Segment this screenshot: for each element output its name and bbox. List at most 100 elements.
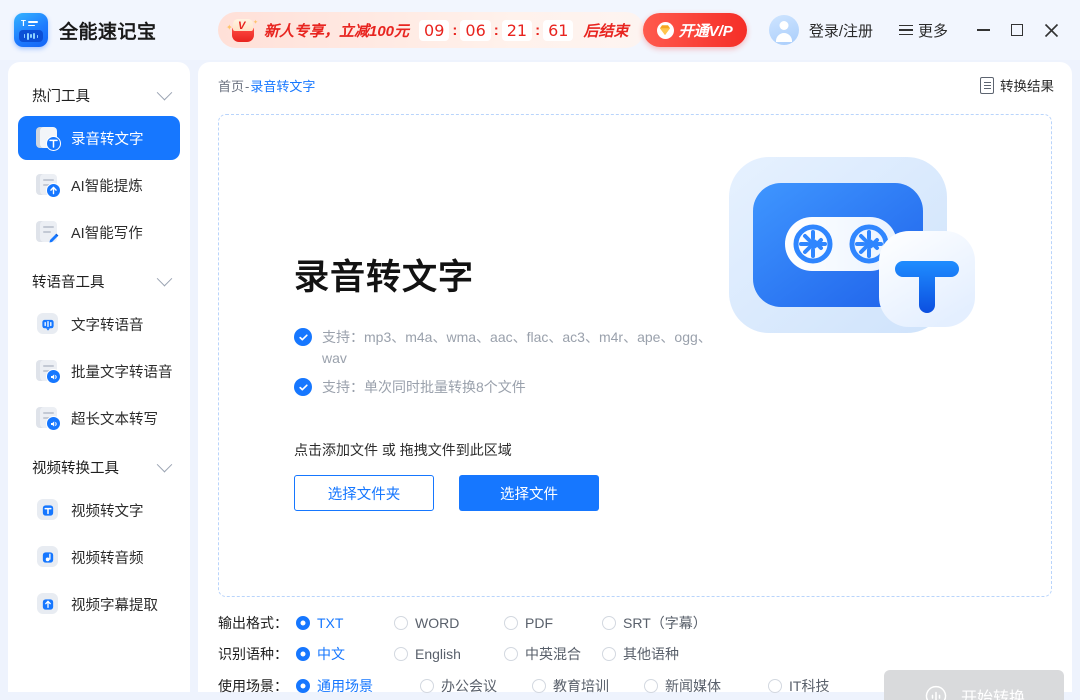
radio-label: English bbox=[415, 645, 461, 662]
audio-to-text-icon bbox=[35, 125, 61, 151]
hamburger-icon bbox=[898, 24, 913, 36]
document-icon bbox=[980, 76, 994, 94]
output-format-option-srt[interactable]: SRT（字幕） bbox=[602, 613, 707, 633]
sidebar-group-hot-tools[interactable]: 热门工具 bbox=[8, 78, 190, 112]
radio-icon bbox=[394, 615, 408, 630]
language-option-english[interactable]: English bbox=[394, 646, 498, 662]
breadcrumb: 首页-录音转文字 bbox=[218, 76, 315, 95]
scene-label: 使用场景： bbox=[218, 678, 288, 694]
conversion-result-label: 转换结果 bbox=[1000, 79, 1054, 94]
ai-extract-icon bbox=[35, 172, 61, 198]
radio-label: 其他语种 bbox=[623, 645, 679, 662]
file-action-buttons: 选择文件夹 选择文件 bbox=[294, 475, 599, 511]
radio-label: WORD bbox=[415, 614, 460, 631]
chevron-down-icon bbox=[156, 456, 173, 472]
select-file-button[interactable]: 选择文件 bbox=[459, 475, 599, 511]
sidebar-group-video-tools[interactable]: 视频转换工具 bbox=[8, 450, 190, 484]
maximize-icon[interactable] bbox=[1000, 13, 1034, 47]
login-register-link[interactable]: 登录/注册 bbox=[809, 20, 873, 41]
radio-icon bbox=[420, 679, 434, 693]
sidebar-item-long-text-transcribe[interactable]: 超长文本转写 bbox=[18, 396, 180, 440]
promo-banner[interactable]: ✦ ✦ V 新人专享，立减100元 09 : 06 : 21 : 61 后结束 bbox=[218, 12, 645, 48]
start-conversion-label: 开始转换 bbox=[960, 690, 1025, 700]
radio-icon bbox=[644, 679, 658, 693]
radio-label: IT科技 bbox=[789, 678, 830, 694]
scene-option-news[interactable]: 新闻媒体 bbox=[644, 676, 762, 696]
output-format-label: 输出格式： bbox=[218, 614, 288, 631]
scene-option-general[interactable]: 通用场景 bbox=[296, 676, 414, 696]
feature-row: 支持：单次同时批量转换8个文件 bbox=[294, 377, 714, 398]
cassette-tape-text-illustration bbox=[711, 145, 1011, 385]
chevron-down-icon bbox=[156, 84, 173, 100]
radio-label: TXT bbox=[317, 614, 344, 631]
countdown-sep-2: : bbox=[493, 21, 499, 39]
sidebar-item-label: 视频字幕提取 bbox=[71, 597, 158, 614]
sidebar-item-video-to-audio[interactable]: 视频转音频 bbox=[18, 535, 180, 579]
page-title: 录音转文字 bbox=[294, 258, 475, 297]
sidebar-item-audio-to-text[interactable]: 录音转文字 bbox=[18, 116, 180, 160]
breadcrumb-separator: - bbox=[245, 78, 250, 94]
radio-label: 中英混合 bbox=[525, 645, 581, 662]
language-option-chinese[interactable]: 中文 bbox=[296, 644, 388, 664]
sidebar: 热门工具 录音转文字 AI智能提炼 AI智能写作 转语音工具 文字转语音 批量文… bbox=[8, 62, 190, 692]
feature-row: 支持：mp3、m4a、wma、aac、flac、ac3、m4r、ape、ogg、… bbox=[294, 327, 714, 369]
more-menu-button[interactable]: 更多 bbox=[898, 20, 948, 41]
sidebar-group-label: 热门工具 bbox=[32, 88, 90, 105]
scene-option-meeting[interactable]: 办公会议 bbox=[420, 676, 526, 696]
countdown-hours: 06 bbox=[460, 19, 491, 41]
language-row: 识别语种： 中文 English 中英混合 其他语种 bbox=[198, 638, 1072, 669]
sidebar-item-label: 批量文字转语音 bbox=[71, 364, 173, 381]
app-logo-icon: T bbox=[14, 13, 48, 47]
countdown-sep-1: : bbox=[452, 21, 458, 39]
close-icon[interactable] bbox=[1034, 13, 1068, 47]
output-format-option-txt[interactable]: TXT bbox=[296, 615, 388, 631]
radio-label: 新闻媒体 bbox=[665, 678, 721, 694]
radio-icon bbox=[296, 646, 310, 661]
breadcrumb-home[interactable]: 首页 bbox=[218, 79, 244, 94]
sidebar-item-ai-extract[interactable]: AI智能提炼 bbox=[18, 163, 180, 207]
radio-icon bbox=[768, 679, 782, 693]
conversion-result-link[interactable]: 转换结果 bbox=[980, 75, 1054, 95]
radio-icon bbox=[602, 646, 616, 661]
video-to-text-icon bbox=[35, 497, 61, 523]
output-format-option-word[interactable]: WORD bbox=[394, 615, 498, 631]
promo-badge-letter: V bbox=[238, 20, 246, 32]
file-drop-zone[interactable]: 录音转文字 支持：mp3、m4a、wma、aac、flac、ac3、m4r、ap… bbox=[218, 114, 1052, 597]
app-title: 全能速记宝 bbox=[59, 21, 157, 43]
open-vip-label: 开通V/P bbox=[678, 22, 733, 40]
sidebar-item-video-to-text[interactable]: 视频转文字 bbox=[18, 488, 180, 532]
start-conversion-button[interactable]: 开始转换 bbox=[884, 670, 1064, 700]
promo-countdown: 09 : 06 : 21 : 61 bbox=[419, 19, 574, 41]
sidebar-item-label: 视频转文字 bbox=[71, 503, 144, 520]
sidebar-item-batch-text-to-speech[interactable]: 批量文字转语音 bbox=[18, 349, 180, 393]
radio-icon bbox=[504, 646, 518, 661]
output-format-row: 输出格式： TXT WORD PDF SRT（字幕） bbox=[198, 607, 1072, 638]
radio-label: PDF bbox=[525, 614, 553, 631]
sidebar-item-label: AI智能提炼 bbox=[71, 178, 143, 195]
language-option-other[interactable]: 其他语种 bbox=[602, 644, 679, 664]
radio-icon bbox=[296, 615, 310, 630]
sidebar-item-video-subtitle-extract[interactable]: 视频字幕提取 bbox=[18, 582, 180, 626]
video-to-audio-icon bbox=[35, 544, 61, 570]
output-format-option-pdf[interactable]: PDF bbox=[504, 615, 596, 631]
countdown-days: 09 bbox=[419, 19, 450, 41]
user-avatar-icon[interactable] bbox=[768, 15, 799, 45]
open-vip-button[interactable]: 开通V/P bbox=[642, 13, 747, 47]
language-option-mixed[interactable]: 中英混合 bbox=[504, 644, 596, 664]
radio-icon bbox=[394, 646, 408, 661]
scene-option-it[interactable]: IT科技 bbox=[768, 676, 829, 696]
long-text-transcribe-icon bbox=[35, 405, 61, 431]
sidebar-item-text-to-speech[interactable]: 文字转语音 bbox=[18, 302, 180, 346]
sidebar-item-ai-writing[interactable]: AI智能写作 bbox=[18, 210, 180, 254]
minimize-icon[interactable] bbox=[966, 13, 1000, 47]
promo-suffix: 后结束 bbox=[583, 22, 629, 40]
radio-icon bbox=[504, 615, 518, 630]
sidebar-item-label: 超长文本转写 bbox=[71, 411, 158, 428]
sidebar-item-label: AI智能写作 bbox=[71, 225, 143, 242]
sidebar-group-speech-tools[interactable]: 转语音工具 bbox=[8, 264, 190, 298]
radio-icon bbox=[602, 615, 616, 630]
sidebar-group-label: 视频转换工具 bbox=[32, 460, 119, 477]
scene-option-education[interactable]: 教育培训 bbox=[532, 676, 638, 696]
select-folder-button[interactable]: 选择文件夹 bbox=[294, 475, 434, 511]
sidebar-item-label: 录音转文字 bbox=[71, 131, 144, 148]
